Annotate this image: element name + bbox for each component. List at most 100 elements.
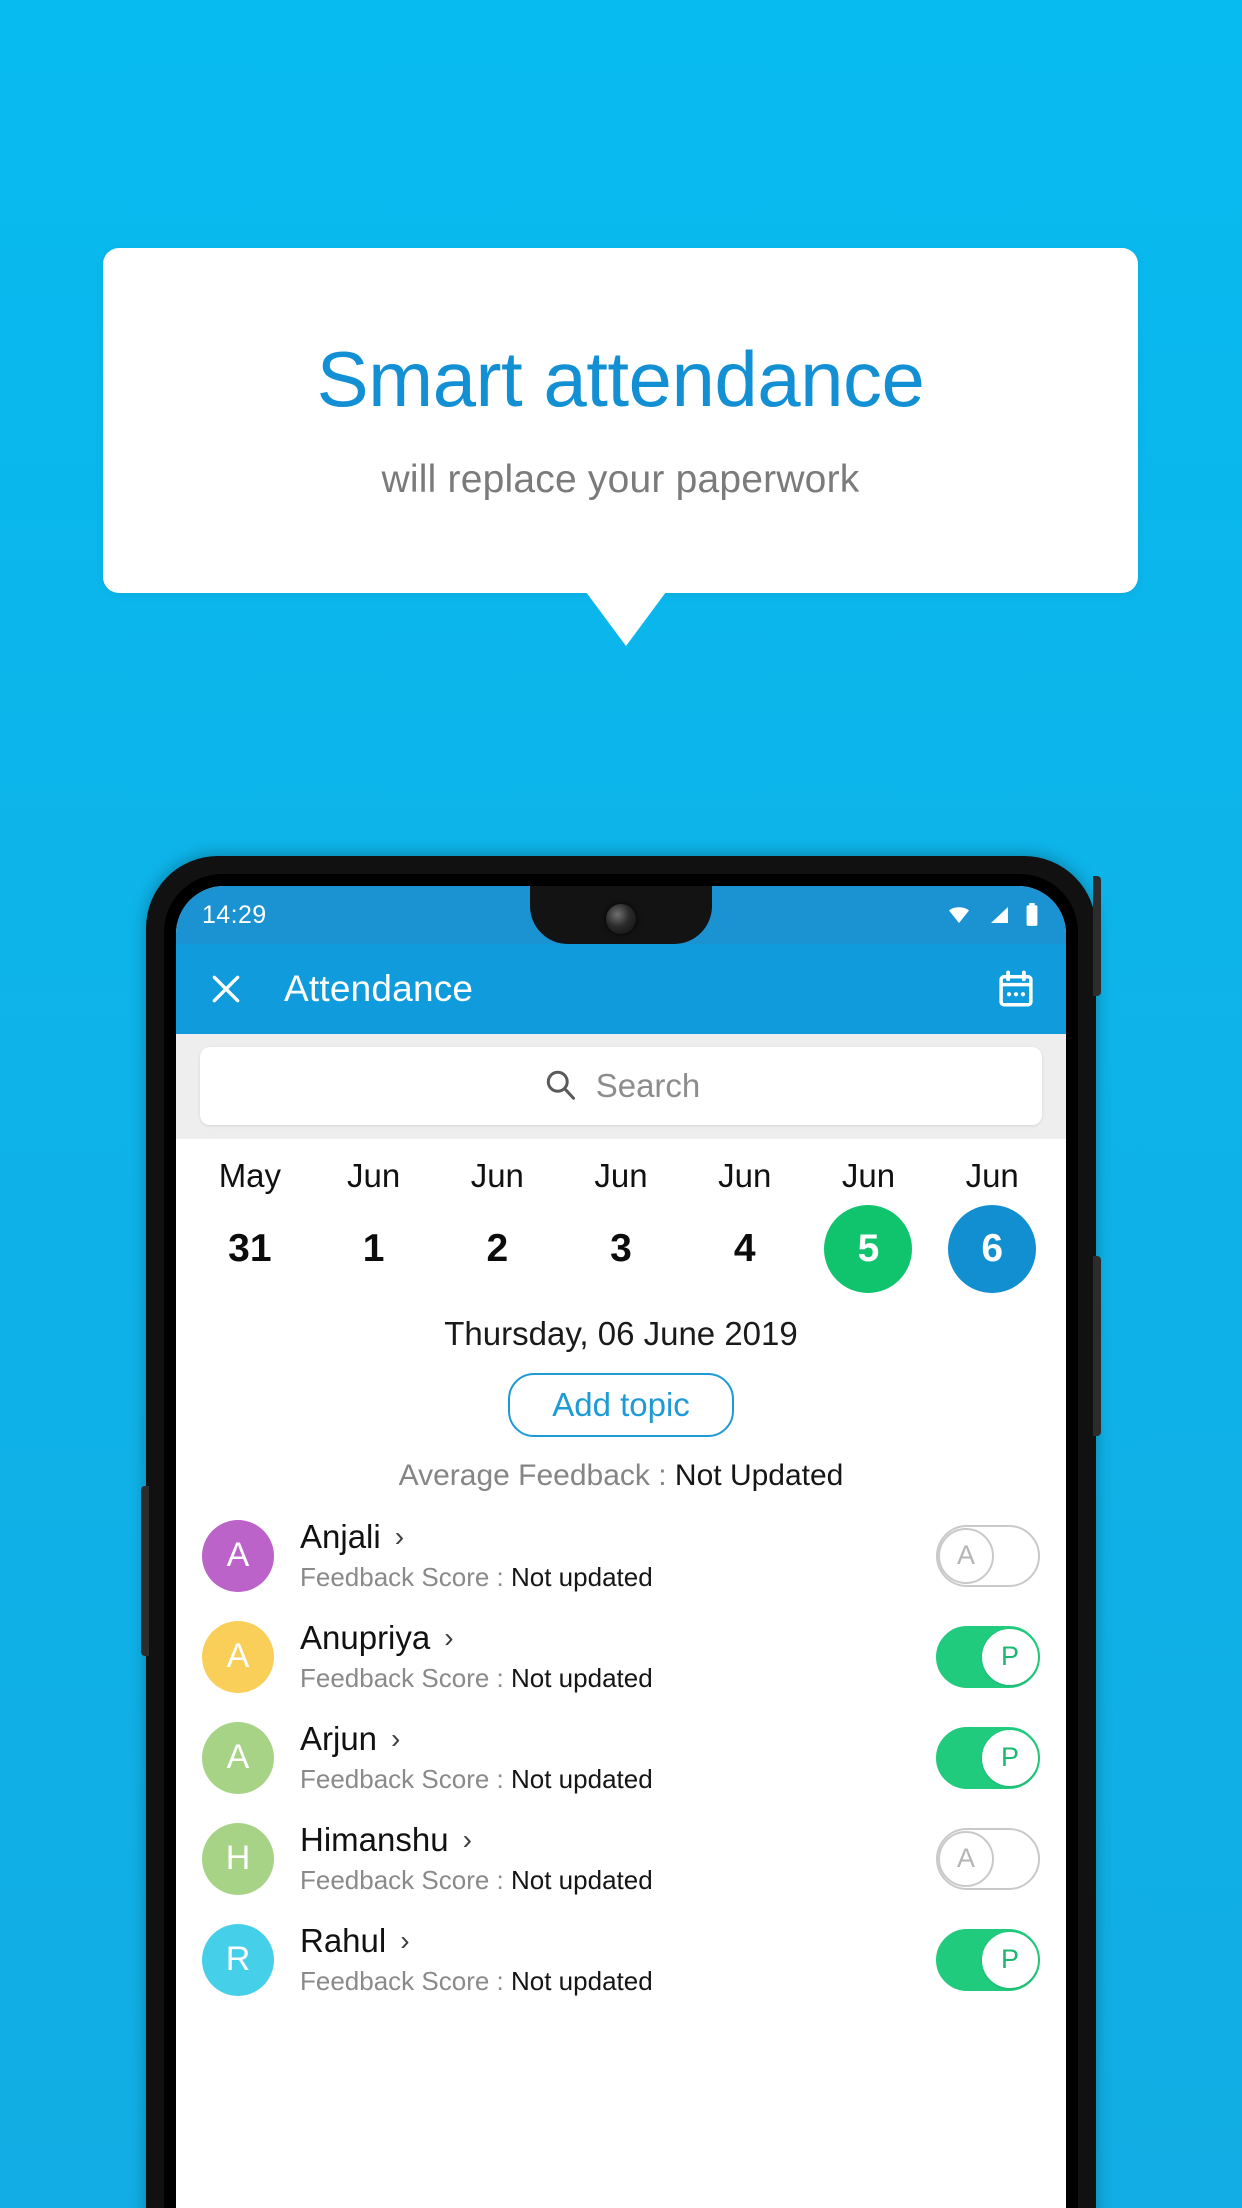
date-cell[interactable]: Jun 5 xyxy=(807,1145,931,1293)
student-name-row[interactable]: Himanshu › xyxy=(300,1821,936,1859)
date-month-label: Jun xyxy=(718,1157,772,1194)
close-icon[interactable] xyxy=(202,965,250,1013)
student-info: Himanshu › Feedback Score : Not updated xyxy=(300,1821,936,1896)
wifi-icon xyxy=(944,903,974,927)
phone-power-button[interactable] xyxy=(1093,876,1101,996)
phone-volume-button[interactable] xyxy=(141,1486,149,1656)
student-row[interactable]: A Anjali › Feedback Score : Not updated A xyxy=(176,1505,1066,1606)
date-day-number[interactable]: 3 xyxy=(577,1205,665,1293)
feedback-score-label: Feedback Score : xyxy=(300,1865,511,1895)
student-name: Arjun xyxy=(300,1720,378,1757)
feedback-score-value: Not updated xyxy=(511,1764,653,1794)
attendance-toggle-knob: P xyxy=(982,1729,1038,1786)
student-feedback-score: Feedback Score : Not updated xyxy=(300,1865,936,1896)
date-cell[interactable]: Jun 1 xyxy=(312,1145,436,1293)
student-row[interactable]: R Rahul › Feedback Score : Not updated P xyxy=(176,1909,1066,2010)
signal-icon xyxy=(986,903,1012,927)
date-day-number[interactable]: 2 xyxy=(453,1205,541,1293)
attendance-toggle-knob: P xyxy=(982,1931,1038,1988)
date-day-number[interactable]: 5 xyxy=(824,1205,913,1293)
status-bar-icons xyxy=(944,902,1040,928)
date-month-label: Jun xyxy=(965,1157,1019,1194)
student-feedback-score: Feedback Score : Not updated xyxy=(300,1562,936,1593)
date-cell[interactable]: May 31 xyxy=(188,1145,312,1293)
average-feedback: Average Feedback : Not Updated xyxy=(176,1459,1066,1493)
date-cell[interactable]: Jun 2 xyxy=(435,1145,559,1293)
student-name-row[interactable]: Arjun › xyxy=(300,1720,936,1758)
date-cell[interactable]: Jun 6 xyxy=(930,1145,1054,1293)
feedback-score-value: Not updated xyxy=(511,1562,653,1592)
add-topic-button[interactable]: Add topic xyxy=(508,1373,734,1437)
date-cell[interactable]: Jun 3 xyxy=(559,1145,683,1293)
avatar: A xyxy=(202,1721,274,1794)
student-name: Anupriya xyxy=(300,1619,431,1656)
average-feedback-label: Average Feedback : xyxy=(398,1459,675,1492)
chevron-right-icon[interactable]: › xyxy=(391,1725,400,1753)
attendance-toggle[interactable]: A xyxy=(936,1524,1040,1587)
date-day-number[interactable]: 31 xyxy=(206,1205,294,1293)
student-list: A Anjali › Feedback Score : Not updated A A An… xyxy=(176,1505,1066,2010)
app-bar-title: Attendance xyxy=(284,968,474,1009)
attendance-toggle[interactable]: A xyxy=(936,1827,1040,1890)
avatar: A xyxy=(202,1620,274,1693)
phone-side-button[interactable] xyxy=(1093,1256,1101,1436)
student-name-row[interactable]: Anupriya › xyxy=(300,1619,936,1657)
student-name: Rahul xyxy=(300,1922,387,1959)
date-day-number[interactable]: 4 xyxy=(701,1205,789,1293)
date-month-label: May xyxy=(218,1157,282,1194)
feedback-score-value: Not updated xyxy=(511,1966,653,1996)
student-name-row[interactable]: Rahul › xyxy=(300,1922,936,1960)
student-info: Arjun › Feedback Score : Not updated xyxy=(300,1720,936,1795)
avatar: H xyxy=(202,1822,274,1895)
front-camera-icon xyxy=(606,904,636,934)
feedback-score-label: Feedback Score : xyxy=(300,1966,511,1996)
student-feedback-score: Feedback Score : Not updated xyxy=(300,1764,936,1795)
date-day-number[interactable]: 1 xyxy=(330,1205,418,1293)
date-cell[interactable]: Jun 4 xyxy=(683,1145,807,1293)
phone-screen: 14:29 Attendance Search May 31 Jun 1 Jun… xyxy=(176,886,1066,2208)
chevron-right-icon[interactable]: › xyxy=(463,1826,472,1854)
feedback-score-value: Not updated xyxy=(511,1663,653,1693)
search-placeholder: Search xyxy=(595,1067,701,1104)
page-title: Smart attendance xyxy=(316,334,925,423)
date-month-label: Jun xyxy=(594,1157,648,1194)
average-feedback-value: Not Updated xyxy=(674,1459,844,1492)
chevron-right-icon[interactable]: › xyxy=(395,1523,404,1551)
student-name-row[interactable]: Anjali › xyxy=(300,1518,936,1556)
search-icon xyxy=(542,1066,578,1107)
calendar-icon[interactable] xyxy=(992,965,1040,1013)
attendance-toggle-knob: A xyxy=(938,1830,994,1887)
search-input[interactable]: Search xyxy=(200,1047,1042,1125)
student-feedback-score: Feedback Score : Not updated xyxy=(300,1966,936,1997)
student-info: Anjali › Feedback Score : Not updated xyxy=(300,1518,936,1593)
feedback-score-label: Feedback Score : xyxy=(300,1764,511,1794)
status-bar-time: 14:29 xyxy=(202,900,267,929)
student-info: Anupriya › Feedback Score : Not updated xyxy=(300,1619,936,1694)
attendance-toggle[interactable]: P xyxy=(936,1625,1040,1688)
student-row[interactable]: H Himanshu › Feedback Score : Not updated A xyxy=(176,1808,1066,1909)
battery-icon xyxy=(1024,902,1040,928)
feedback-score-value: Not updated xyxy=(511,1865,653,1895)
chevron-right-icon[interactable]: › xyxy=(444,1624,453,1652)
page-subtitle: will replace your paperwork xyxy=(381,458,860,502)
date-strip: May 31 Jun 1 Jun 2 Jun 3 Jun 4 Jun 5 Jun 6 xyxy=(176,1139,1066,1293)
avatar: R xyxy=(202,1923,274,1996)
date-month-label: Jun xyxy=(470,1157,524,1194)
attendance-toggle-knob: A xyxy=(938,1527,994,1584)
chevron-right-icon[interactable]: › xyxy=(400,1927,409,1955)
attendance-toggle[interactable]: P xyxy=(936,1726,1040,1789)
add-topic-container: Add topic xyxy=(176,1373,1066,1437)
hero-card: Smart attendance will replace your paper… xyxy=(103,248,1138,593)
date-day-number[interactable]: 6 xyxy=(948,1205,1037,1293)
date-month-label: Jun xyxy=(841,1157,896,1194)
hero-card-tail xyxy=(586,592,666,646)
selected-day-header: Thursday, 06 June 2019 xyxy=(444,1315,798,1352)
attendance-toggle[interactable]: P xyxy=(936,1928,1040,1991)
phone-notch xyxy=(530,886,712,944)
feedback-score-label: Feedback Score : xyxy=(300,1663,511,1693)
student-row[interactable]: A Anupriya › Feedback Score : Not updated P xyxy=(176,1606,1066,1707)
avatar: A xyxy=(202,1519,274,1592)
student-row[interactable]: A Arjun › Feedback Score : Not updated P xyxy=(176,1707,1066,1808)
phone-bezel: 14:29 Attendance Search May 31 Jun 1 Jun… xyxy=(164,874,1078,2208)
attendance-toggle-knob: P xyxy=(982,1628,1038,1685)
